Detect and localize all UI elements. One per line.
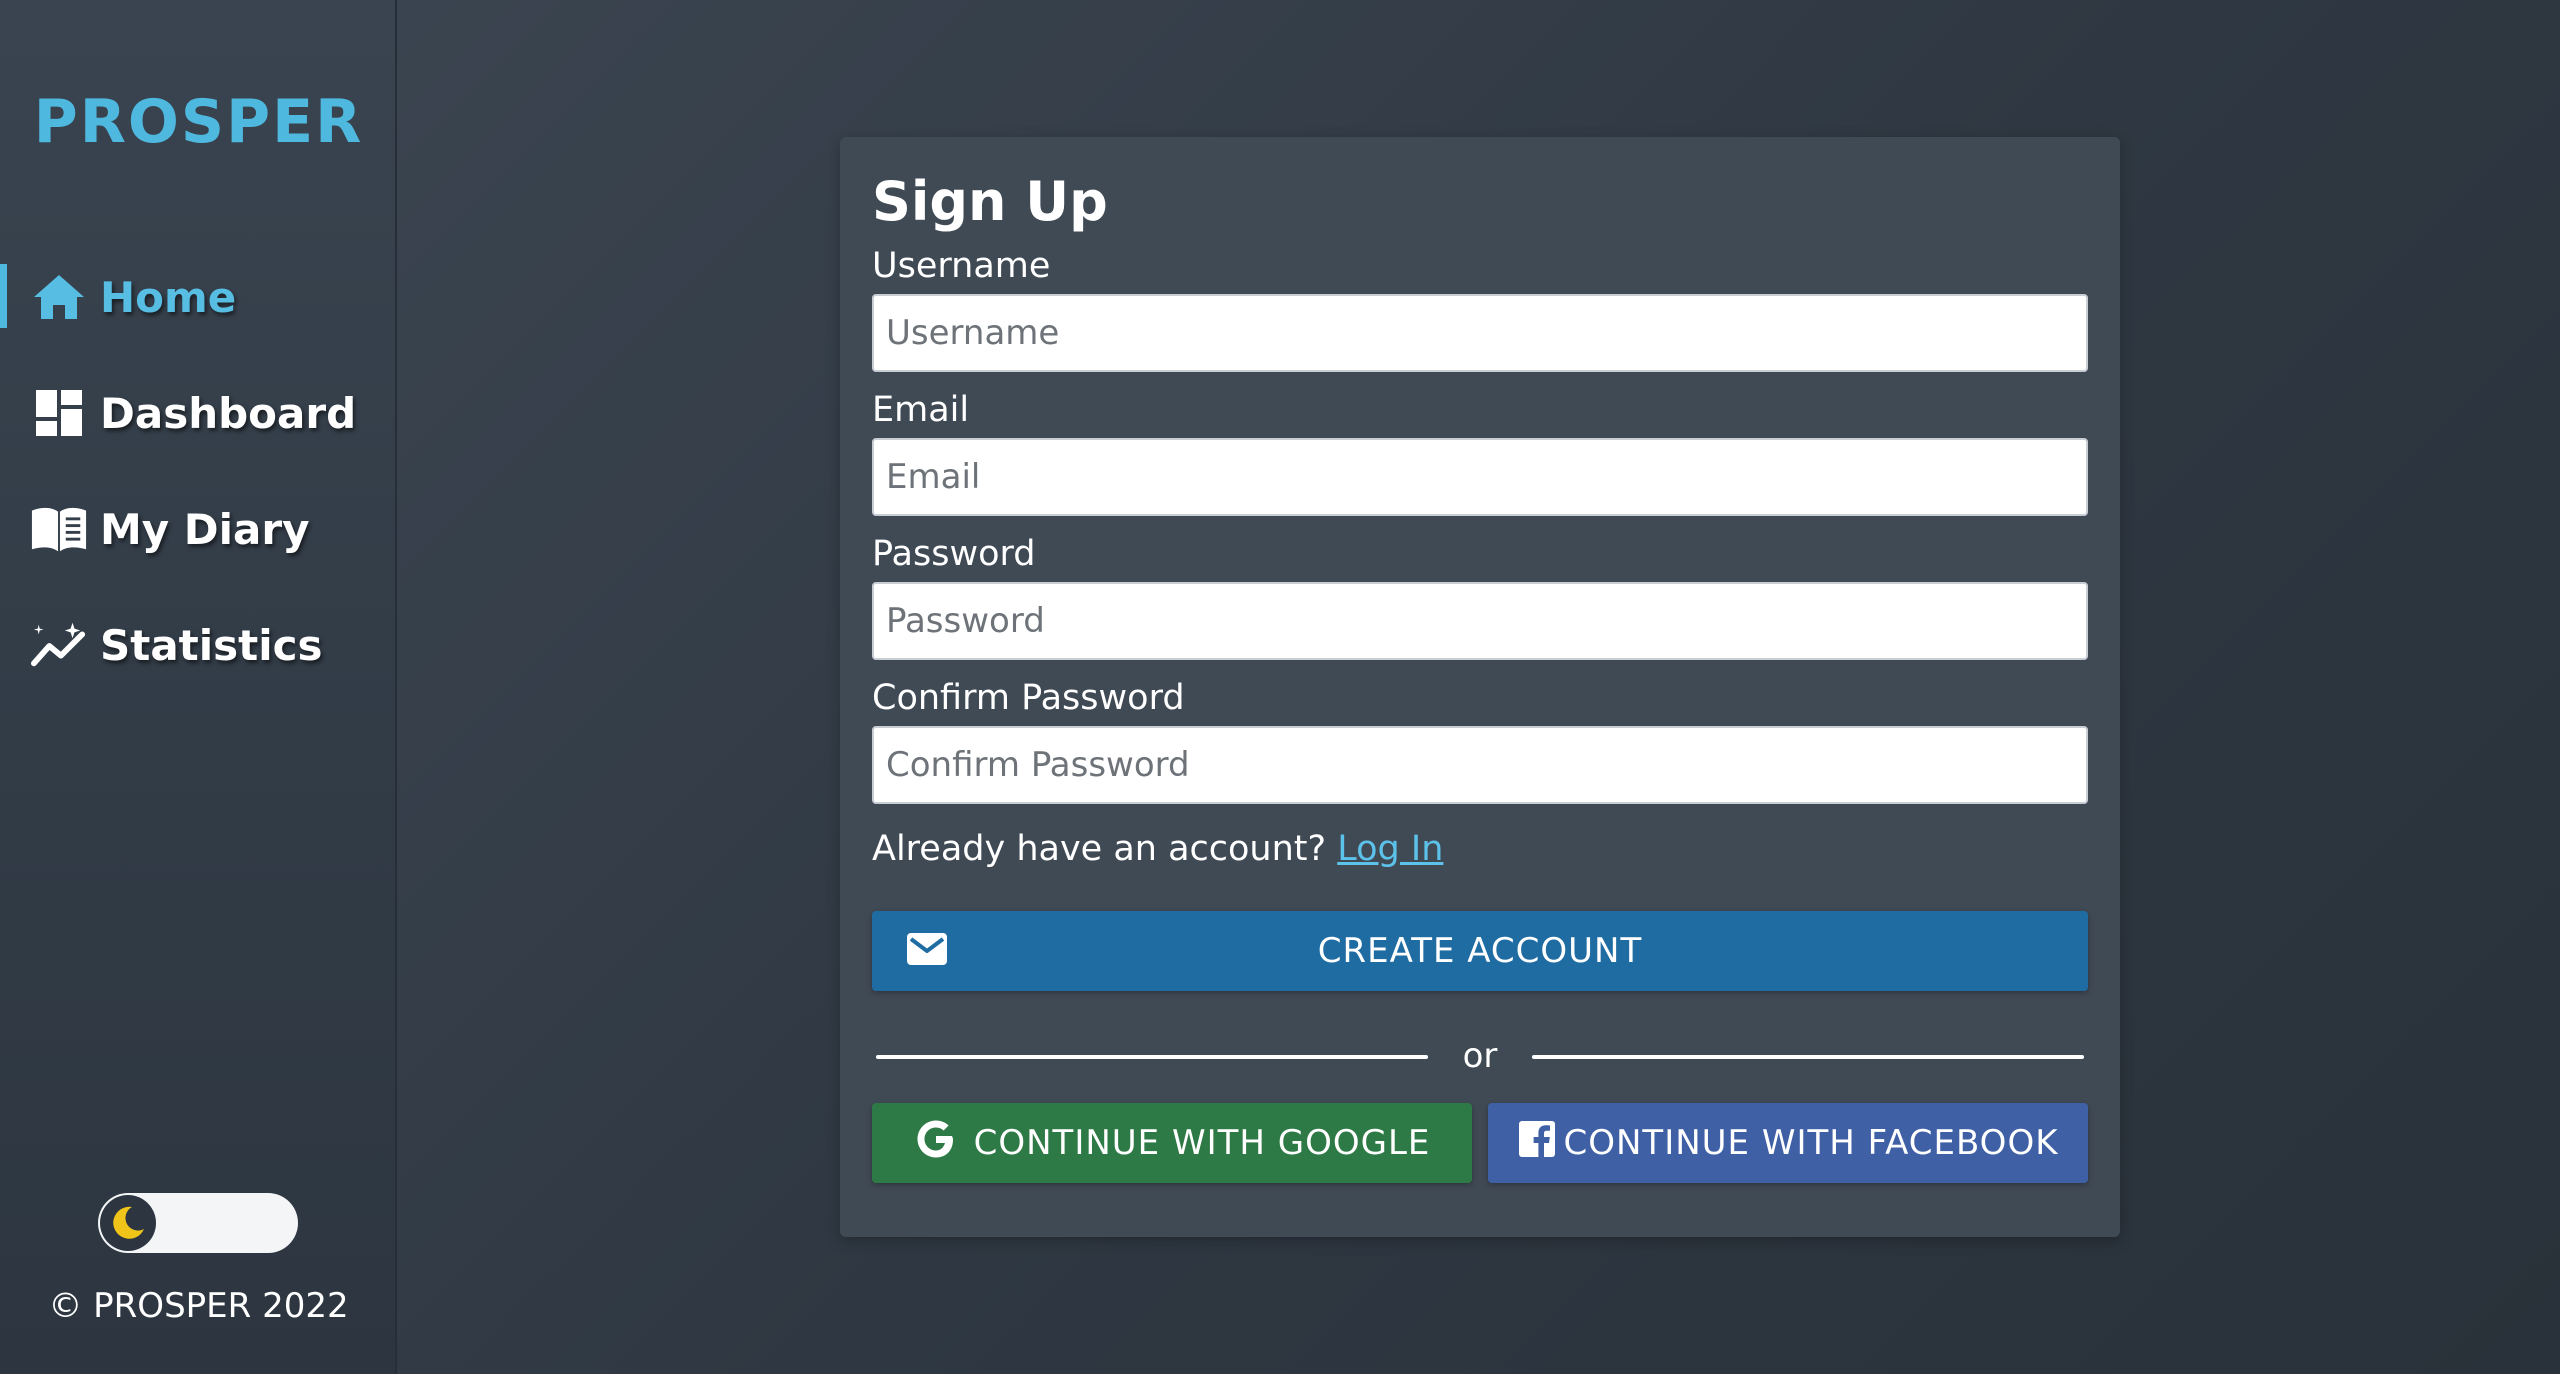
google-icon bbox=[914, 1117, 958, 1170]
sidebar-item-dashboard[interactable]: Dashboard bbox=[0, 378, 397, 448]
dashboard-icon bbox=[30, 384, 88, 442]
chart-sparkle-icon bbox=[30, 616, 88, 674]
divider-right bbox=[1532, 1055, 2084, 1059]
confirm-password-input[interactable] bbox=[872, 726, 2088, 804]
sidebar-item-label: Dashboard bbox=[100, 388, 357, 438]
home-icon bbox=[30, 268, 88, 326]
book-icon bbox=[30, 500, 88, 558]
password-label: Password bbox=[872, 534, 1036, 574]
login-prompt-text: Already have an account? bbox=[872, 829, 1327, 869]
sidebar-item-my-diary[interactable]: My Diary bbox=[0, 494, 397, 564]
signup-card: Sign Up Username Email Password Confirm … bbox=[840, 137, 2120, 1237]
google-login-button[interactable]: CONTINUE WITH GOOGLE bbox=[872, 1103, 1472, 1183]
sidebar-item-statistics[interactable]: Statistics bbox=[0, 610, 397, 680]
sidebar-item-label: Statistics bbox=[100, 620, 323, 670]
page-title: Sign Up bbox=[872, 170, 1108, 233]
mail-icon bbox=[906, 931, 948, 976]
email-input[interactable] bbox=[872, 438, 2088, 516]
sidebar-item-label: Home bbox=[100, 272, 237, 322]
facebook-login-button[interactable]: CONTINUE WITH FACEBOOK bbox=[1488, 1103, 2088, 1183]
email-label: Email bbox=[872, 390, 970, 430]
brand-logo[interactable]: PROSPER bbox=[0, 82, 397, 162]
sidebar-item-home[interactable]: Home bbox=[0, 262, 397, 332]
username-label: Username bbox=[872, 246, 1051, 286]
password-input[interactable] bbox=[872, 582, 2088, 660]
google-button-label: CONTINUE WITH GOOGLE bbox=[973, 1123, 1431, 1163]
sidebar-item-label: My Diary bbox=[100, 504, 310, 554]
login-prompt: Already have an account? Log In bbox=[872, 827, 1443, 871]
login-link[interactable]: Log In bbox=[1337, 829, 1443, 869]
create-account-button[interactable]: CREATE ACCOUNT bbox=[872, 911, 2088, 991]
active-indicator bbox=[0, 264, 7, 328]
facebook-button-label: CONTINUE WITH FACEBOOK bbox=[1563, 1123, 2059, 1163]
theme-toggle[interactable] bbox=[98, 1193, 298, 1253]
confirm-password-label: Confirm Password bbox=[872, 678, 1185, 718]
facebook-icon bbox=[1518, 1120, 1556, 1167]
create-account-label: CREATE ACCOUNT bbox=[1317, 931, 1643, 971]
username-input[interactable] bbox=[872, 294, 2088, 372]
moon-icon bbox=[100, 1195, 156, 1251]
copyright-text: © PROSPER 2022 bbox=[48, 1286, 349, 1326]
sidebar: PROSPER Home Dashboard My Diary Statisti… bbox=[0, 0, 397, 1374]
